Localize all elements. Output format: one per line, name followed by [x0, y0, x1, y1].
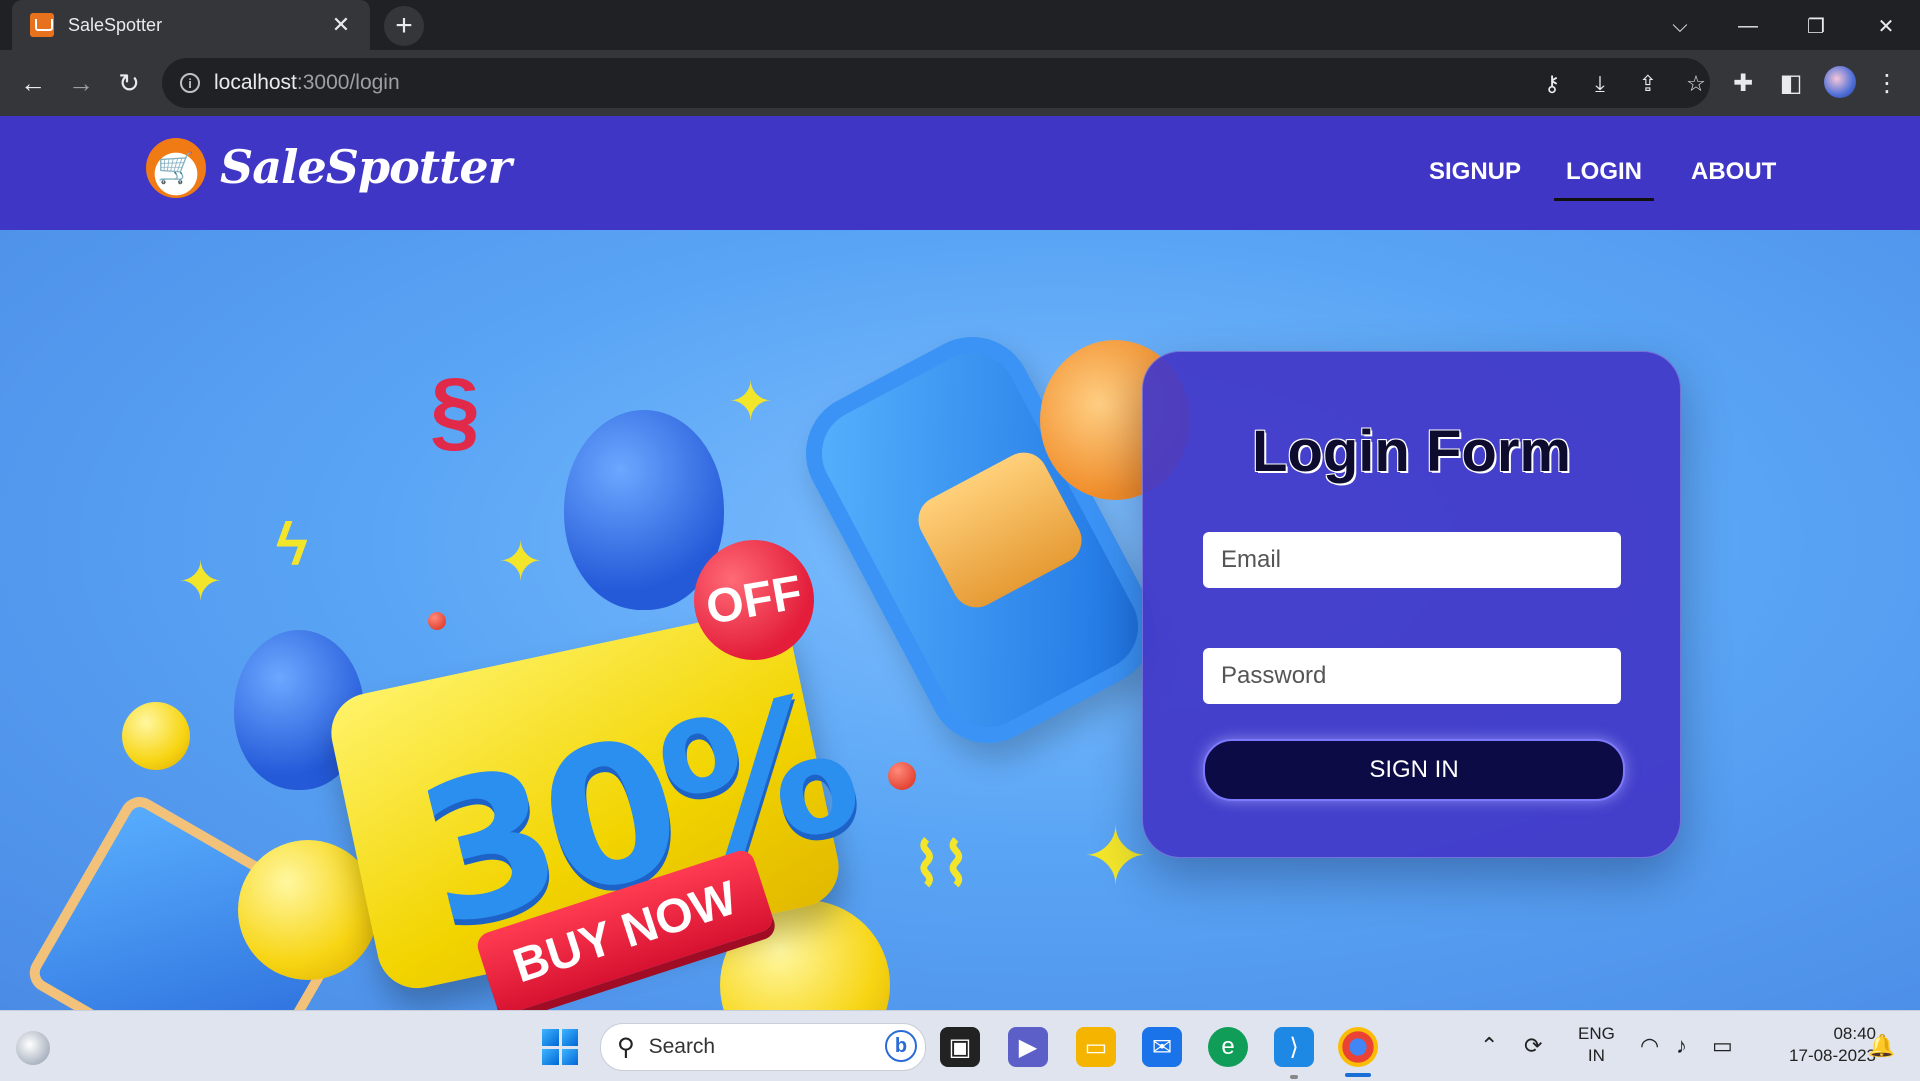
restore-icon[interactable]: ❐ [1796, 8, 1836, 44]
chrome-icon[interactable] [1338, 1027, 1378, 1067]
tab-search-icon[interactable]: ⌵ [1660, 8, 1700, 44]
close-tab-icon[interactable]: ✕ [328, 12, 354, 38]
edge-browser-icon[interactable]: e [1208, 1027, 1248, 1067]
sparkle-star-icon: ✦ [728, 372, 774, 432]
login-title: Login Form [1252, 419, 1571, 484]
battery-icon[interactable]: ▭ [1712, 1033, 1733, 1059]
login-card: Login Form SIGN IN [1142, 351, 1681, 858]
sync-icon[interactable]: ⟳ [1524, 1033, 1542, 1059]
red-dot-illustration [888, 762, 916, 790]
close-window-icon[interactable]: ✕ [1866, 8, 1906, 44]
show-hidden-icons-chevron-icon[interactable]: ⌃ [1480, 1033, 1498, 1059]
running-indicator [1290, 1075, 1298, 1079]
search-icon: ⚲ [617, 1033, 635, 1061]
forward-arrow-icon[interactable]: → [62, 64, 100, 102]
side-panel-icon[interactable]: ◧ [1774, 66, 1808, 100]
nav-link-signup[interactable]: SIGNUP [1429, 158, 1521, 186]
taskbar-search[interactable]: ⚲ Search b [600, 1023, 926, 1071]
profile-avatar[interactable] [1824, 66, 1856, 98]
file-explorer-icon[interactable]: ▭ [1076, 1027, 1116, 1067]
nav-link-login[interactable]: LOGIN [1566, 158, 1642, 186]
browser-tabstrip: SaleSpotter ✕ + ⌵ — ❐ ✕ [0, 0, 1920, 50]
sparkle-star-icon: ✦ [178, 552, 224, 612]
menu-kebab-icon[interactable]: ⋮ [1870, 66, 1904, 100]
address-bar[interactable]: i localhost:3000/login ⚷ ⤓ ⇪ ☆ [162, 58, 1710, 108]
site-navbar: 🛒 SaleSpotter SIGNUP LOGIN ABOUT [0, 116, 1920, 230]
task-view-icon[interactable]: ▣ [940, 1027, 980, 1067]
bookmark-star-icon[interactable]: ☆ [1682, 70, 1710, 98]
os-taskbar: ⚲ Search b ▣ ▶ ▭ ✉ e ⟩ ⌃ ⟳ ENG IN ◠ ♪ ▭ … [0, 1010, 1920, 1081]
search-label: Search [648, 1035, 716, 1058]
windows-start-icon[interactable] [542, 1029, 578, 1065]
yellow-ball-illustration [122, 702, 190, 770]
language-indicator[interactable]: ENG IN [1578, 1023, 1615, 1067]
url-text[interactable]: localhost:3000/login [214, 71, 400, 95]
password-key-icon[interactable]: ⚷ [1538, 70, 1566, 98]
zigzag-illustration: ϟ [276, 511, 308, 578]
nav-link-about[interactable]: ABOUT [1691, 158, 1776, 186]
cart-favicon-icon [30, 13, 54, 37]
bing-icon[interactable]: b [885, 1030, 917, 1062]
site-info-icon[interactable]: i [180, 73, 200, 93]
mail-icon[interactable]: ✉ [1142, 1027, 1182, 1067]
notification-bell-icon[interactable]: 🔔 [1868, 1033, 1895, 1059]
sparkle-star-icon: ✦ [1082, 812, 1150, 901]
red-dot-illustration [428, 612, 446, 630]
password-field[interactable] [1203, 648, 1621, 704]
brand-logo-text[interactable]: SaleSpotter [220, 140, 512, 194]
sign-in-button[interactable]: SIGN IN [1203, 739, 1625, 801]
teams-chat-icon[interactable]: ▶ [1008, 1027, 1048, 1067]
sparkle-star-icon: ✦ [498, 532, 544, 592]
shopping-cart-logo-icon[interactable]: 🛒 [146, 138, 206, 198]
browser-toolbar: ← → ↻ i localhost:3000/login ⚷ ⤓ ⇪ ☆ [0, 50, 1920, 116]
weather-widget-icon[interactable] [16, 1031, 50, 1065]
tab-title: SaleSpotter [68, 14, 163, 35]
squiggle-illustration: § [430, 361, 481, 461]
minimize-icon[interactable]: — [1728, 8, 1768, 44]
wifi-icon[interactable]: ◠ [1640, 1033, 1659, 1059]
share-icon[interactable]: ⇪ [1634, 70, 1662, 98]
install-app-icon[interactable]: ⤓ [1586, 70, 1614, 98]
zigzag-illustration: ⌇⌇ [912, 831, 971, 898]
email-field[interactable] [1203, 532, 1621, 588]
back-arrow-icon[interactable]: ← [14, 64, 52, 102]
active-nav-underline [1554, 198, 1654, 201]
extensions-puzzle-icon[interactable]: ✚ [1726, 66, 1760, 100]
volume-icon[interactable]: ♪ [1676, 1033, 1687, 1059]
reload-icon[interactable]: ↻ [110, 64, 148, 102]
vscode-icon[interactable]: ⟩ [1274, 1027, 1314, 1067]
browser-tab[interactable]: SaleSpotter ✕ [12, 0, 370, 50]
system-clock[interactable]: 08:40 17-08-2023 [1760, 1023, 1876, 1067]
new-tab-button[interactable]: + [384, 6, 424, 46]
active-app-indicator [1345, 1073, 1371, 1077]
